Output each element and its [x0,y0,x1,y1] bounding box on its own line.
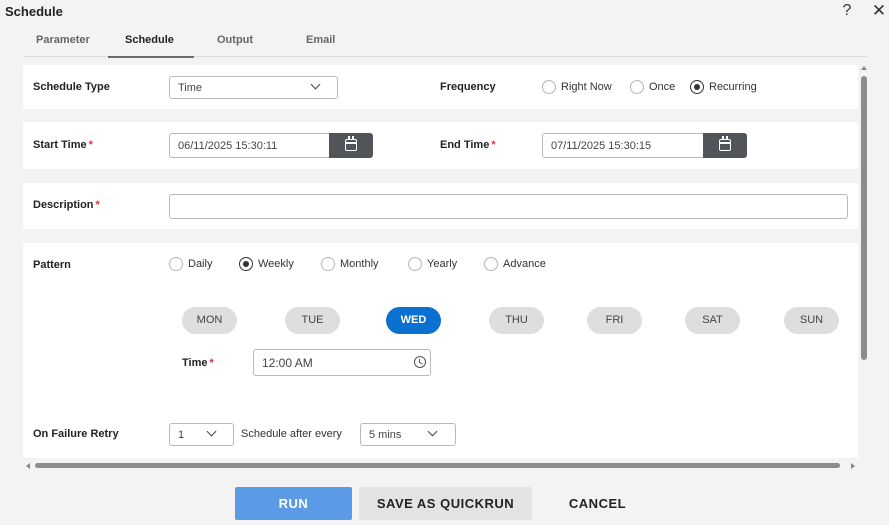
chevron-down-icon [310,79,321,90]
cancel-button[interactable]: CANCEL [545,487,650,520]
end-time-label-text: End Time [440,139,490,151]
frequency-recurring[interactable]: Recurring [690,80,757,94]
radio-checked-icon [690,80,704,94]
vertical-scroll-thumb[interactable] [861,76,867,360]
pattern-option-label: Weekly [258,258,294,270]
pattern-daily[interactable]: Daily [169,257,212,271]
frequency-once[interactable]: Once [630,80,675,94]
clock-icon [414,356,426,368]
start-time-label-text: Start Time [33,139,87,151]
schedule-type-label: Schedule Type [33,81,110,93]
chevron-down-icon [427,426,438,437]
pattern-option-label: Advance [503,258,546,270]
day-fri[interactable]: FRI [587,307,642,334]
end-time-label: End Time * [440,139,496,151]
day-sun[interactable]: SUN [784,307,839,334]
description-input[interactable] [169,194,848,219]
pattern-option-label: Daily [188,258,213,270]
time-range-row: Start Time * 06/11/2025 15:30:11 End Time… [23,122,858,169]
radio-icon [630,80,644,94]
radio-checked-icon [239,257,253,271]
day-wed[interactable]: WED [386,307,441,334]
tab-output[interactable]: Output [217,34,253,46]
description-row: Description * [23,183,858,229]
dialog-title: Schedule [5,4,63,19]
pattern-time-input[interactable]: 12:00 AM [253,349,431,376]
pattern-time-value: 12:00 AM [262,356,313,370]
scroll-right-icon[interactable] [851,463,855,469]
end-time-calendar-button[interactable] [703,133,747,158]
frequency-option-label: Right Now [561,81,612,93]
scroll-up-icon[interactable] [861,66,867,70]
radio-icon [542,80,556,94]
pattern-monthly[interactable]: Monthly [321,257,379,271]
required-mark: * [491,139,496,151]
pattern-weekly[interactable]: Weekly [239,257,294,271]
schedule-type-select[interactable]: Time [169,76,338,99]
retry-interval-select[interactable]: 5 mins [360,423,456,446]
retry-count-select[interactable]: 1 [169,423,234,446]
radio-icon [321,257,335,271]
radio-icon [408,257,422,271]
scroll-left-icon[interactable] [26,463,30,469]
end-time-input[interactable]: 07/11/2025 15:30:15 [542,133,704,158]
day-sat[interactable]: SAT [685,307,740,334]
day-mon[interactable]: MON [182,307,237,334]
frequency-option-label: Once [649,81,676,93]
chevron-down-icon [206,426,217,437]
retry-interval-value: 5 mins [369,429,402,441]
description-label-text: Description [33,199,94,211]
pattern-label: Pattern [33,259,71,271]
start-time-input[interactable]: 06/11/2025 15:30:11 [169,133,330,158]
active-tab-indicator [108,56,194,58]
day-tue[interactable]: TUE [285,307,340,334]
frequency-option-label: Recurring [709,81,757,93]
save-as-quickrun-button[interactable]: SAVE AS QUICKRUN [359,487,532,520]
description-label: Description * [33,199,100,211]
radio-icon [484,257,498,271]
help-icon[interactable]: ? [840,2,854,20]
schedule-type-value: Time [178,82,203,94]
close-icon[interactable]: ✕ [870,1,888,21]
frequency-right-now[interactable]: Right Now [542,80,612,94]
schedule-type-row: Schedule Type Time Frequency Right Now O… [23,65,858,109]
pattern-advance[interactable]: Advance [484,257,546,271]
run-button[interactable]: RUN [235,487,352,520]
radio-icon [169,257,183,271]
tab-email[interactable]: Email [306,34,335,46]
start-time-label: Start Time * [33,139,93,151]
schedule-form: Schedule Type Time Frequency Right Now O… [23,62,868,470]
pattern-yearly[interactable]: Yearly [408,257,457,271]
start-time-calendar-button[interactable] [329,133,373,158]
day-thu[interactable]: THU [489,307,544,334]
calendar-icon [345,136,357,151]
required-mark: * [95,199,100,211]
frequency-label: Frequency [440,81,496,93]
pattern-option-label: Yearly [427,258,458,270]
horizontal-scroll-thumb[interactable] [35,463,840,468]
retry-count-value: 1 [178,429,185,441]
calendar-icon [719,136,731,151]
tab-parameter[interactable]: Parameter [36,34,90,46]
pattern-option-label: Monthly [340,258,379,270]
tab-schedule[interactable]: Schedule [125,34,174,46]
required-mark: * [88,139,93,151]
